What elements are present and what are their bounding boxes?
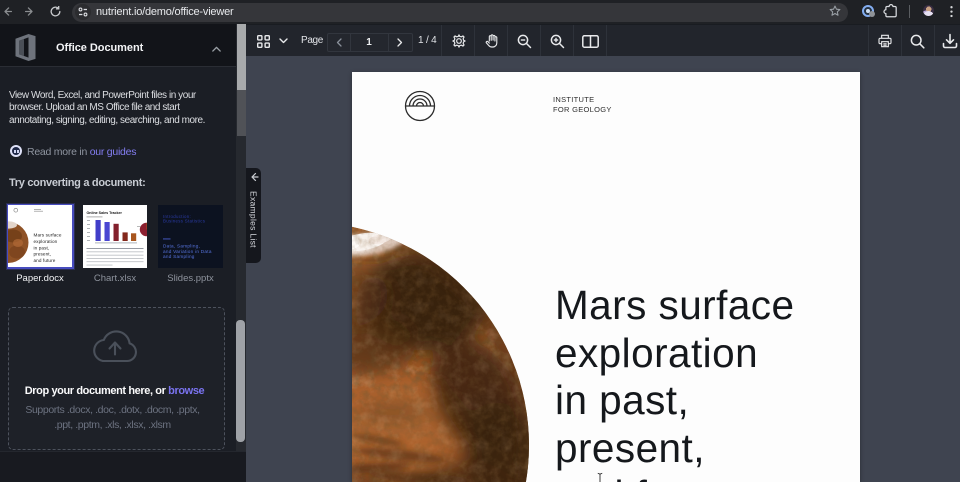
svg-text:in past,: in past, (34, 245, 50, 250)
svg-text:Business Statistics: Business Statistics (163, 219, 206, 224)
svg-text:and Sampling: and Sampling (163, 254, 195, 259)
svg-text:Online Sales Tracker: Online Sales Tracker (87, 211, 123, 215)
svg-text:and future: and future (34, 258, 56, 263)
svg-text:exploration: exploration (34, 239, 58, 244)
svg-text:present,: present, (34, 252, 52, 257)
svg-text:Mars surface: Mars surface (34, 233, 62, 238)
